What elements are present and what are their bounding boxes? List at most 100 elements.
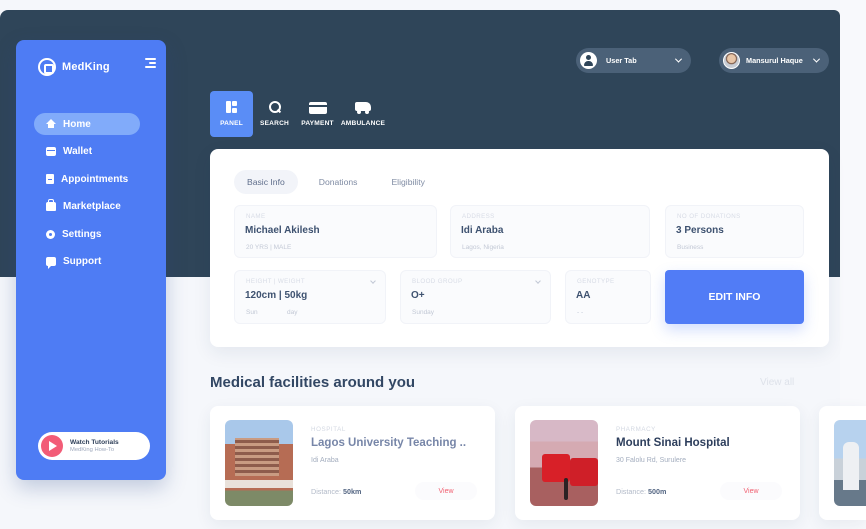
facility-address: 30 Falolu Rd, Surulere <box>616 457 687 464</box>
sidebar-item-label: Settings <box>62 228 102 240</box>
facility-name: Lagos University Teaching .. <box>311 437 467 449</box>
facility-distance: Distance: 500m <box>616 487 667 496</box>
chevron-down-icon <box>812 55 821 63</box>
sidebar-item-label: Wallet <box>63 146 93 157</box>
field-sub: Lagos, Nigeria <box>462 244 504 251</box>
wallet-icon <box>46 147 56 156</box>
field-value: Idi Araba <box>461 225 504 236</box>
sidebar: MedKing Home Wallet Appointments Marketp… <box>16 40 166 480</box>
facility-type: HOSPITAL <box>311 426 346 433</box>
sidebar-nav: Home Wallet Appointments Marketplace Set… <box>34 113 140 278</box>
home-icon <box>46 118 56 128</box>
settings-icon <box>46 229 55 239</box>
pharmacy-image <box>530 420 598 506</box>
hospital-image <box>225 420 293 506</box>
facility-distance: Distance: 50km <box>311 487 362 496</box>
facilities-title: Medical facilities around you <box>210 374 416 391</box>
sidebar-item-label: Support <box>63 256 102 267</box>
facility-type: PHARMACY <box>616 426 656 433</box>
tab-label: PANEL <box>220 120 243 127</box>
chevron-down-icon[interactable] <box>370 278 376 284</box>
field-label: GENOTYPE <box>577 278 615 285</box>
app-name: MedKing <box>62 61 110 73</box>
field-value: AA <box>576 290 591 301</box>
view-button[interactable]: View <box>415 482 477 500</box>
menu-toggle-icon[interactable] <box>145 58 156 68</box>
sidebar-item-settings[interactable]: Settings <box>34 223 140 245</box>
facility-image <box>834 420 866 506</box>
avatar <box>723 52 740 69</box>
profile-name: Mansurul Haque <box>746 56 803 65</box>
tab-search[interactable]: SEARCH <box>253 91 296 137</box>
tutorial-subtitle: MedKing How-To <box>70 447 115 453</box>
support-icon <box>46 257 56 269</box>
edit-info-button[interactable]: EDIT INFO <box>665 270 804 324</box>
info-tabs: Basic Info Donations Eligibility <box>234 170 438 194</box>
basic-info-panel: Basic Info Donations Eligibility NAME Mi… <box>210 149 829 347</box>
dashboard: MedKing Home Wallet Appointments Marketp… <box>0 0 866 529</box>
tab-donations[interactable]: Donations <box>306 170 371 194</box>
field-label: HEIGHT | WEIGHT <box>246 278 306 285</box>
field-sub: - - <box>577 309 584 316</box>
field-sub: day <box>287 309 298 316</box>
view-button[interactable]: View <box>720 482 782 500</box>
height-weight-field[interactable]: HEIGHT | WEIGHT 120cm | 50kg Sun day <box>234 270 386 324</box>
play-icon <box>41 435 63 457</box>
field-value: Michael Akilesh <box>245 225 320 236</box>
profile-dropdown[interactable]: Mansurul Haque <box>719 48 829 73</box>
medking-logo-icon <box>38 58 56 76</box>
tutorial-title: Watch Tutorials <box>70 439 119 446</box>
user-icon <box>580 52 597 69</box>
sidebar-item-home[interactable]: Home <box>34 113 140 135</box>
field-sub: 20 YRS | MALE <box>246 244 292 251</box>
user-tab-label: User Tab <box>606 56 637 65</box>
field-value: 120cm | 50kg <box>245 290 308 301</box>
blood-group-field[interactable]: BLOOD GROUP O+ Sunday <box>400 270 551 324</box>
facility-name: Mount Sinai Hospital <box>616 437 730 449</box>
view-all-link[interactable]: View all <box>760 377 794 388</box>
sidebar-item-support[interactable]: Support <box>34 251 140 273</box>
tab-label: SEARCH <box>259 120 290 127</box>
address-field[interactable]: ADDRESS Idi Araba Lagos, Nigeria <box>450 205 650 258</box>
tab-label: AMBULANCE <box>340 120 386 127</box>
field-sub: Sunday <box>412 309 435 316</box>
field-label: NO OF DONATIONS <box>677 213 741 220</box>
sidebar-item-appointments[interactable]: Appointments <box>34 168 140 190</box>
marketplace-icon <box>46 199 56 211</box>
field-value: O+ <box>411 290 425 301</box>
brand[interactable]: MedKing <box>38 57 110 77</box>
field-label: BLOOD GROUP <box>412 278 463 285</box>
watch-tutorials-button[interactable]: Watch Tutorials MedKing How-To <box>38 432 150 460</box>
name-field[interactable]: NAME Michael Akilesh 20 YRS | MALE <box>234 205 437 258</box>
tab-eligibility[interactable]: Eligibility <box>378 170 437 194</box>
field-sub: Sun <box>246 309 258 316</box>
tab-payment[interactable]: PAYMENT <box>296 91 339 137</box>
chevron-down-icon <box>674 55 683 63</box>
sidebar-item-label: Home <box>63 118 91 130</box>
user-tab-dropdown[interactable]: User Tab <box>576 48 691 73</box>
field-label: ADDRESS <box>462 213 495 220</box>
tab-label: PAYMENT <box>301 120 334 127</box>
tab-ambulance[interactable]: AMBULANCE <box>339 91 387 137</box>
sidebar-item-label: Appointments <box>61 173 129 185</box>
search-icon <box>268 101 281 114</box>
appointments-icon <box>46 174 54 184</box>
ambulance-icon <box>355 101 371 114</box>
tab-basic-info[interactable]: Basic Info <box>234 170 298 194</box>
tab-panel[interactable]: PANEL <box>210 91 253 137</box>
facility-card[interactable]: PHARMACY Mount Sinai Hospital 30 Falolu … <box>515 406 800 520</box>
sidebar-item-label: Marketplace <box>63 201 121 212</box>
sidebar-item-wallet[interactable]: Wallet <box>34 141 140 163</box>
chevron-down-icon[interactable] <box>535 278 541 284</box>
genotype-field[interactable]: GENOTYPE AA - - <box>565 270 651 324</box>
field-sub: Business <box>677 244 704 251</box>
facility-address: Idi Araba <box>311 457 339 464</box>
facility-card[interactable]: HOSPITAL Lagos University Teaching .. Id… <box>210 406 495 520</box>
payment-icon <box>308 101 327 114</box>
sidebar-item-marketplace[interactable]: Marketplace <box>34 196 140 218</box>
field-label: NAME <box>246 213 266 220</box>
facility-card-partial[interactable] <box>819 406 866 520</box>
field-value: 3 Persons <box>676 225 724 236</box>
donations-field[interactable]: NO OF DONATIONS 3 Persons Business <box>665 205 804 258</box>
panel-icon <box>225 101 238 114</box>
